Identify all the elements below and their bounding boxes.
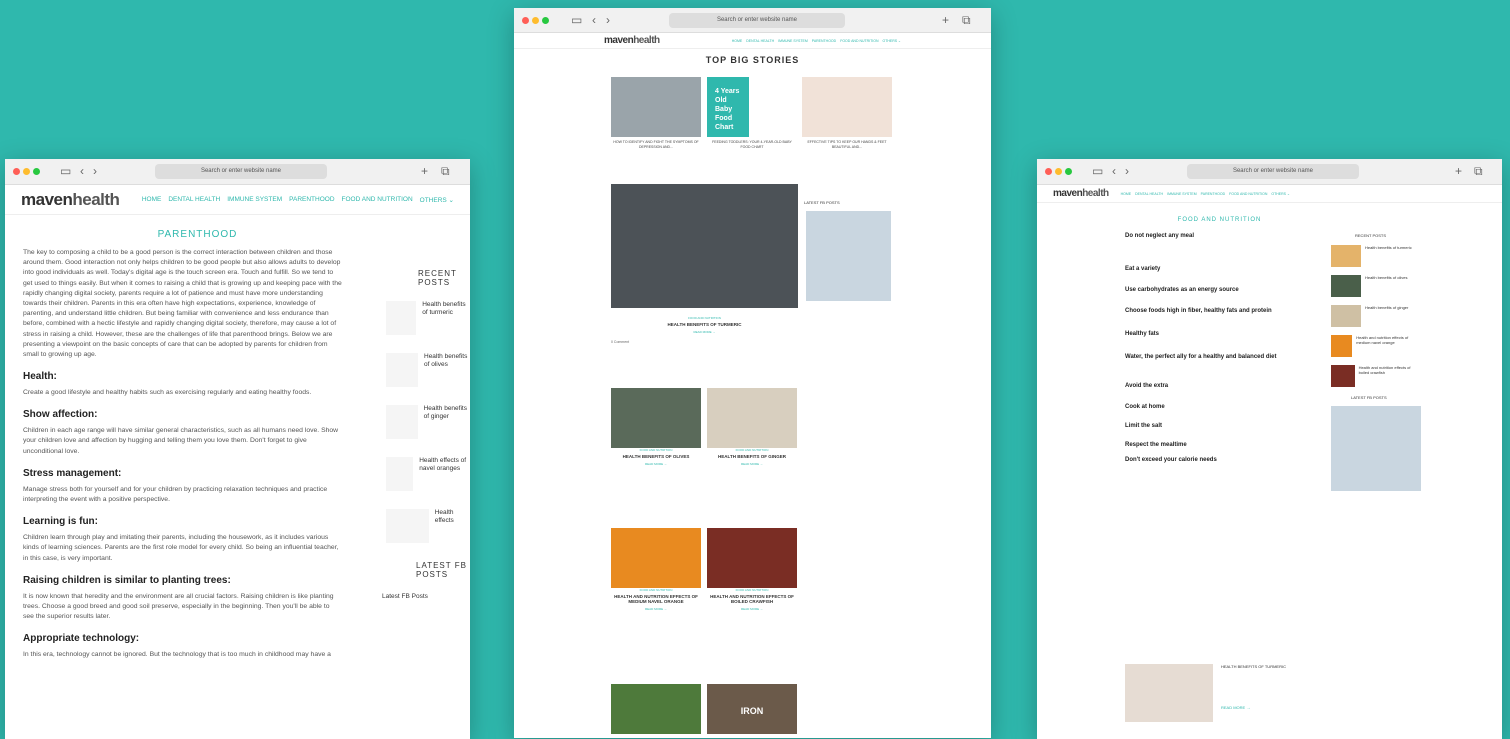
featured-post[interactable]: FOOD AND NUTRITION HEALTH BENEFITS OF TU… [611, 184, 798, 384]
paragraph: In this era, technology cannot be ignore… [23, 651, 331, 659]
menu-parenthood[interactable]: PARENTHOOD [289, 196, 334, 204]
sidebar-post[interactable]: Health benefits of ginger [382, 405, 470, 439]
paragraph: Manage stress both for yourself and for … [23, 485, 328, 503]
site-logo[interactable]: mavenhealth [1053, 188, 1109, 199]
menu-home[interactable]: HOME [142, 196, 162, 204]
read-more-link[interactable]: READ MORE → [611, 330, 798, 334]
turmeric-image [611, 184, 798, 308]
post-thumb [386, 405, 418, 439]
tabs-icon[interactable]: ⧉ [1474, 164, 1483, 179]
intro-text: The key to composing a child to be a goo… [23, 249, 342, 358]
post-card[interactable] [611, 684, 701, 734]
sidebar-post[interactable]: Health benefits of turmeric [382, 301, 470, 335]
menu-food[interactable]: FOOD AND NUTRITION [342, 196, 413, 204]
heading: Stress management: [23, 467, 122, 479]
menu-immune[interactable]: IMMUNE SYSTEM [227, 196, 282, 204]
tabs-icon[interactable]: ⧉ [962, 13, 971, 28]
menu-dental[interactable]: DENTAL HEALTH [168, 196, 220, 204]
paragraph: Children learn through play and imitatin… [23, 534, 339, 562]
site-nav: mavenhealth HOME DENTAL HEALTH IMMUNE SYST… [1037, 185, 1502, 203]
article-body: The key to composing a child to be a goo… [5, 248, 360, 661]
close-dot[interactable] [1045, 168, 1052, 175]
close-dot[interactable] [13, 168, 20, 175]
minimize-dot[interactable] [23, 168, 30, 175]
section-title: PARENTHOOD [157, 229, 238, 240]
site-logo[interactable]: mavenhealth [604, 35, 660, 46]
zoom-dot[interactable] [542, 17, 549, 24]
main-menu: HOME DENTAL HEALTH IMMUNE SYSTEM PARENTHOOD… [1120, 191, 1290, 196]
sidebar-post[interactable]: Health benefits of olives [382, 353, 470, 387]
heading: Raising children is similar to planting … [23, 574, 231, 586]
post-card[interactable]: FOOD AND NUTRITION HEALTH BENEFITS OF OLI… [611, 388, 701, 466]
zoom-dot[interactable] [33, 168, 40, 175]
post-card[interactable]: FOOD AND NUTRITION HEALTH AND NUTRITION E… [611, 528, 701, 611]
address-bar[interactable]: Search or enter website name [155, 164, 327, 179]
top-stories-title: TOP BIG STORIES [705, 55, 800, 65]
tabs-icon[interactable]: ⧉ [441, 164, 450, 179]
browser-toolbar: ▭ ‹ › Search or enter website name + ⧉ [5, 159, 470, 185]
zoom-dot[interactable] [1065, 168, 1072, 175]
post-thumb [386, 509, 429, 543]
new-tab-icon[interactable]: + [1455, 164, 1462, 178]
post-card[interactable]: IRON [707, 684, 797, 734]
new-tab-icon[interactable]: + [421, 164, 428, 178]
main-menu: HOME DENTAL HEALTH IMMUNE SYSTEM PARENTHOOD… [142, 196, 454, 204]
right-browser-window: ▭ ‹ › Search or enter website name + ⧉ m… [1037, 159, 1502, 739]
site-logo[interactable]: mavenhealth [21, 190, 120, 210]
post-thumb [386, 301, 417, 335]
paragraph: It is now known that heredity and the en… [23, 592, 334, 621]
back-icon[interactable]: ‹ [592, 13, 596, 27]
fb-widget[interactable] [806, 211, 891, 301]
new-tab-icon[interactable]: + [942, 13, 949, 27]
heading: Show affection: [23, 409, 98, 421]
sidebar-post[interactable]: Health effects [382, 509, 470, 543]
post-thumb [386, 457, 414, 491]
post-thumb [386, 353, 418, 387]
sidebar-icon[interactable]: ▭ [1092, 164, 1103, 178]
turmeric-thumb[interactable] [1125, 664, 1213, 722]
forward-icon[interactable]: › [93, 164, 97, 178]
fb-widget[interactable] [1331, 406, 1421, 491]
browser-toolbar: ▭ ‹ › Search or enter website name + ⧉ [1037, 159, 1502, 185]
fb-link[interactable]: Latest FB Posts [382, 593, 470, 600]
paragraph: Create a good lifestyle and healthy habi… [23, 389, 312, 397]
article-body: Do not neglect any meal Eat a variety Us… [1037, 232, 1327, 722]
fb-title: LATEST FB POSTS [804, 200, 840, 205]
back-icon[interactable]: ‹ [80, 164, 84, 178]
heading: Health: [23, 371, 57, 383]
minimize-dot[interactable] [1055, 168, 1062, 175]
menu-others[interactable]: OTHERS ⌄ [420, 196, 454, 204]
sidebar-icon[interactable]: ▭ [571, 13, 582, 27]
section-title: FOOD AND NUTRITION [1177, 217, 1262, 223]
heading: Learning is fun: [23, 516, 98, 528]
main-menu: HOME DENTAL HEALTH IMMUNE SYSTEM PARENTHOOD… [731, 38, 901, 43]
sidebar: Health benefits of turmeric Health benef… [1331, 245, 1421, 491]
address-bar[interactable]: Search or enter website name [669, 13, 845, 28]
story-card[interactable]: HOW TO IDENTIFY AND FIGHT THE SYMPTOMS O… [611, 77, 701, 149]
story-card[interactable]: EFFECTIVE TIPS TO KEEP OUR HANDS & FEET … [802, 77, 892, 149]
post-card[interactable]: FOOD AND NUTRITION HEALTH BENEFITS OF GIN… [707, 388, 797, 466]
center-browser-window: ▭ ‹ › Search or enter website name + ⧉ m… [514, 8, 991, 738]
sidebar-post[interactable]: Health effects of navel oranges [382, 457, 470, 491]
minimize-dot[interactable] [532, 17, 539, 24]
sidebar-title: RECENT POSTS [418, 269, 457, 287]
paragraph: Children in each age range will have sim… [23, 427, 339, 455]
close-dot[interactable] [522, 17, 529, 24]
forward-icon[interactable]: › [606, 13, 610, 27]
fb-title: LATEST FB POSTS [416, 561, 467, 579]
sidebar: RECENT POSTS Health benefits of turmeric… [382, 269, 470, 600]
left-browser-window: ▭ ‹ › Search or enter website name + ⧉ m… [5, 159, 470, 739]
forward-icon[interactable]: › [1125, 164, 1129, 178]
address-bar[interactable]: Search or enter website name [1187, 164, 1359, 179]
post-card[interactable]: FOOD AND NUTRITION HEALTH AND NUTRITION E… [707, 528, 797, 611]
site-nav: mavenhealth HOME DENTAL HEALTH IMMUNE SYST… [5, 185, 470, 215]
story-card[interactable]: 4 Years Old Baby Food Chart FEEDING TODDL… [707, 77, 797, 149]
sidebar-icon[interactable]: ▭ [60, 164, 71, 178]
back-icon[interactable]: ‹ [1112, 164, 1116, 178]
site-nav: mavenhealth HOME DENTAL HEALTH IMMUNE SYST… [514, 33, 991, 49]
sidebar-title: RECENT POSTS [1355, 233, 1387, 238]
browser-toolbar: ▭ ‹ › Search or enter website name + ⧉ [514, 8, 991, 33]
heading: Appropriate technology: [23, 633, 140, 645]
